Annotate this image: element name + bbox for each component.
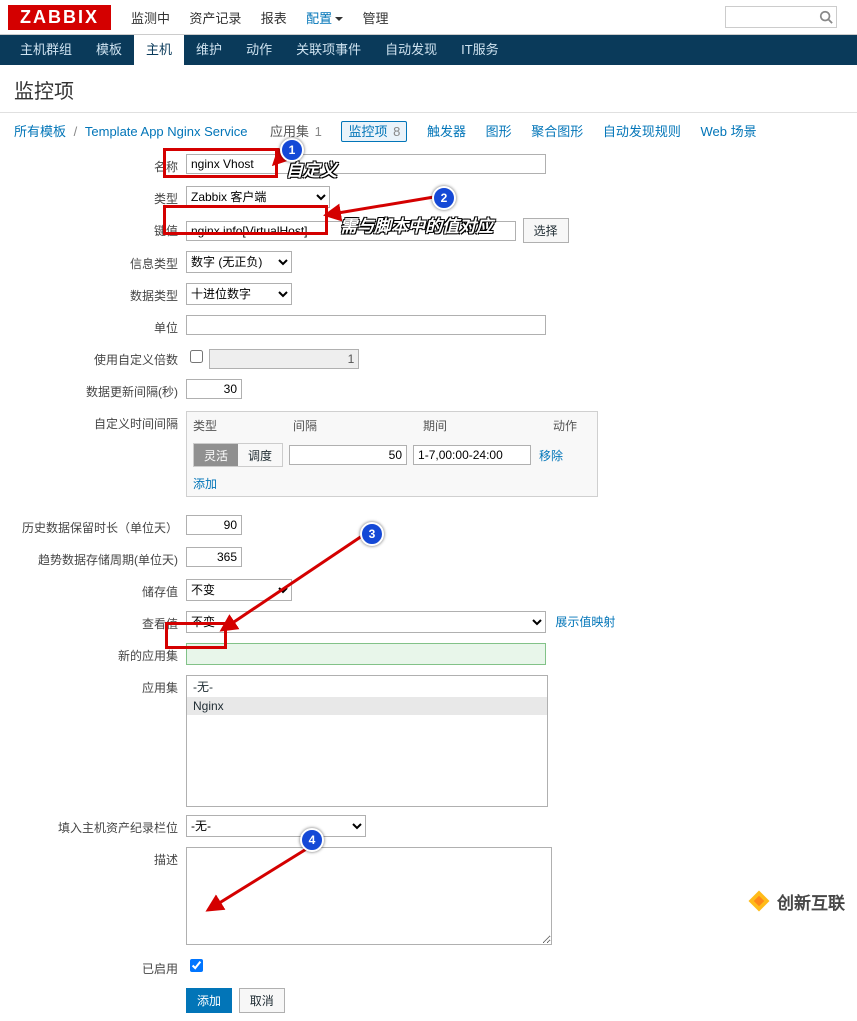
sub-nav: 主机群组 模板 主机 维护 动作 关联项事件 自动发现 IT服务 — [0, 35, 857, 65]
search-box[interactable] — [725, 6, 837, 28]
label-apps: 应用集 — [20, 675, 186, 696]
watermark-text: 创新互联 — [777, 889, 845, 914]
show-value-map-link[interactable]: 展示值映射 — [555, 615, 615, 629]
interval-head-interval: 间隔 — [293, 412, 423, 439]
top-bar: ZABBIX 监测中 资产记录 报表 配置 管理 — [0, 0, 857, 35]
label-type: 类型 — [20, 186, 186, 207]
applications-listbox[interactable]: -无- Nginx — [186, 675, 548, 807]
viewval-select[interactable]: 不变 — [186, 611, 546, 633]
breadcrumb: 所有模板 / Template App Nginx Service 应用集 1 … — [0, 112, 857, 154]
interval-add-link[interactable]: 添加 — [193, 477, 217, 491]
nav-monitoring[interactable]: 监测中 — [131, 11, 170, 26]
tab-graphs[interactable]: 图形 — [486, 124, 512, 139]
data-type-select[interactable]: 十进位数字 — [186, 283, 292, 305]
subnav-actions[interactable]: 动作 — [234, 35, 284, 65]
subnav-hostgroups[interactable]: 主机群组 — [8, 35, 84, 65]
key-input[interactable] — [186, 221, 516, 241]
mult-value-input — [209, 349, 359, 369]
page-title: 监控项 — [14, 75, 857, 104]
tab-triggers[interactable]: 触发器 — [427, 124, 466, 139]
new-application-input[interactable] — [186, 643, 546, 665]
update-interval-input[interactable] — [186, 379, 242, 399]
interval-head-type: 类型 — [187, 412, 293, 439]
label-viewval: 查看值 — [20, 611, 186, 632]
nav-inventory[interactable]: 资产记录 — [189, 11, 241, 26]
subnav-templates[interactable]: 模板 — [84, 35, 134, 65]
interval-head-period: 期间 — [423, 412, 553, 439]
description-textarea[interactable] — [186, 847, 552, 945]
label-unit: 单位 — [20, 315, 186, 336]
logo: ZABBIX — [8, 5, 111, 30]
subnav-hosts[interactable]: 主机 — [134, 35, 184, 65]
subnav-discovery[interactable]: 自动发现 — [373, 35, 449, 65]
label-newapp: 新的应用集 — [20, 643, 186, 664]
label-info-type: 信息类型 — [20, 251, 186, 272]
interval-remove-link[interactable]: 移除 — [539, 447, 563, 464]
tab-discovery-rules[interactable]: 自动发现规则 — [603, 124, 681, 139]
label-use-mult: 使用自定义倍数 — [20, 347, 186, 368]
history-input[interactable] — [186, 515, 242, 535]
subnav-maintenance[interactable]: 维护 — [184, 35, 234, 65]
label-enabled: 已启用 — [20, 956, 186, 977]
select-key-button[interactable]: 选择 — [523, 218, 569, 243]
add-button[interactable]: 添加 — [186, 988, 232, 1013]
name-input[interactable] — [186, 154, 546, 174]
custom-interval-box: 类型 间隔 期间 动作 灵活 调度 移除 添加 — [186, 411, 598, 497]
label-trend: 趋势数据存储周期(单位天) — [20, 547, 186, 568]
label-desc: 描述 — [20, 847, 186, 868]
label-inventory: 填入主机资产纪录栏位 — [20, 815, 186, 836]
top-nav: 监测中 资产记录 报表 配置 管理 — [123, 8, 396, 27]
tab-screens[interactable]: 聚合图形 — [531, 124, 583, 139]
toggle-flexible[interactable]: 灵活 — [194, 444, 238, 466]
interval-type-toggle[interactable]: 灵活 调度 — [193, 443, 283, 467]
unit-input[interactable] — [186, 315, 546, 335]
interval-head-action: 动作 — [553, 412, 593, 439]
cancel-button[interactable]: 取消 — [239, 988, 285, 1013]
crumb-all-templates[interactable]: 所有模板 — [14, 124, 66, 139]
tab-applications[interactable]: 应用集 1 — [270, 124, 322, 139]
nav-admin[interactable]: 管理 — [362, 11, 388, 26]
label-custom-interval: 自定义时间间隔 — [20, 411, 186, 432]
store-select[interactable]: 不变 — [186, 579, 292, 601]
search-icon — [819, 10, 833, 24]
app-option-none[interactable]: -无- — [187, 676, 547, 697]
label-history: 历史数据保留时长（单位天） — [20, 515, 186, 536]
item-form: 名称 类型 Zabbix 客户端 键值 选择 信息类型 数字 (无正负) 数据类… — [0, 154, 857, 1013]
watermark: 创新互联 — [745, 887, 845, 915]
nav-reports[interactable]: 报表 — [261, 11, 287, 26]
crumb-template[interactable]: Template App Nginx Service — [85, 124, 248, 139]
tab-items[interactable]: 监控项 8 — [341, 121, 407, 142]
enabled-checkbox[interactable] — [190, 959, 203, 972]
label-key: 键值 — [20, 218, 186, 239]
interval-value-input[interactable] — [289, 445, 407, 465]
toggle-scheduling[interactable]: 调度 — [238, 444, 282, 466]
tab-web[interactable]: Web 场景 — [701, 124, 757, 139]
label-store: 储存值 — [20, 579, 186, 600]
info-type-select[interactable]: 数字 (无正负) — [186, 251, 292, 273]
trend-input[interactable] — [186, 547, 242, 567]
nav-configuration[interactable]: 配置 — [306, 11, 343, 26]
app-option-nginx[interactable]: Nginx — [187, 697, 547, 715]
watermark-icon — [745, 887, 773, 915]
label-name: 名称 — [20, 154, 186, 175]
use-mult-checkbox[interactable] — [190, 350, 203, 363]
label-update: 数据更新间隔(秒) — [20, 379, 186, 400]
subnav-correlation[interactable]: 关联项事件 — [284, 35, 373, 65]
label-data-type: 数据类型 — [20, 283, 186, 304]
inventory-select[interactable]: -无- — [186, 815, 366, 837]
interval-period-input[interactable] — [413, 445, 531, 465]
type-select[interactable]: Zabbix 客户端 — [186, 186, 330, 208]
subnav-itservices[interactable]: IT服务 — [449, 35, 511, 65]
crumb-sep: / — [74, 124, 78, 139]
